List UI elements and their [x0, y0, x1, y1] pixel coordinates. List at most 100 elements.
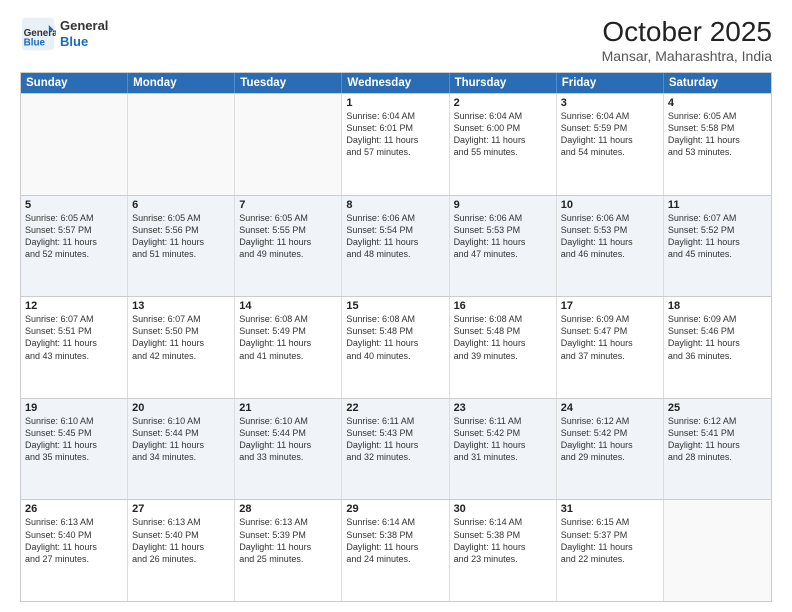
day-info: Sunrise: 6:04 AM Sunset: 6:01 PM Dayligh…: [346, 110, 444, 159]
day-info: Sunrise: 6:12 AM Sunset: 5:41 PM Dayligh…: [668, 415, 767, 464]
day-info: Sunrise: 6:04 AM Sunset: 6:00 PM Dayligh…: [454, 110, 552, 159]
day-number: 20: [132, 402, 230, 414]
day-cell-22: 22Sunrise: 6:11 AM Sunset: 5:43 PM Dayli…: [342, 399, 449, 500]
calendar-title: October 2025: [602, 16, 772, 48]
day-info: Sunrise: 6:10 AM Sunset: 5:44 PM Dayligh…: [239, 415, 337, 464]
day-info: Sunrise: 6:10 AM Sunset: 5:45 PM Dayligh…: [25, 415, 123, 464]
day-number: 4: [668, 97, 767, 109]
header-day-wednesday: Wednesday: [342, 73, 449, 93]
week-row-4: 19Sunrise: 6:10 AM Sunset: 5:45 PM Dayli…: [21, 398, 771, 500]
header-day-thursday: Thursday: [450, 73, 557, 93]
day-cell-29: 29Sunrise: 6:14 AM Sunset: 5:38 PM Dayli…: [342, 500, 449, 601]
day-cell-7: 7Sunrise: 6:05 AM Sunset: 5:55 PM Daylig…: [235, 196, 342, 297]
day-info: Sunrise: 6:04 AM Sunset: 5:59 PM Dayligh…: [561, 110, 659, 159]
day-cell-8: 8Sunrise: 6:06 AM Sunset: 5:54 PM Daylig…: [342, 196, 449, 297]
day-number: 30: [454, 503, 552, 515]
week-row-5: 26Sunrise: 6:13 AM Sunset: 5:40 PM Dayli…: [21, 499, 771, 601]
day-cell-9: 9Sunrise: 6:06 AM Sunset: 5:53 PM Daylig…: [450, 196, 557, 297]
day-number: 17: [561, 300, 659, 312]
day-info: Sunrise: 6:08 AM Sunset: 5:48 PM Dayligh…: [346, 313, 444, 362]
day-number: 27: [132, 503, 230, 515]
day-number: 24: [561, 402, 659, 414]
day-number: 22: [346, 402, 444, 414]
day-number: 19: [25, 402, 123, 414]
day-info: Sunrise: 6:08 AM Sunset: 5:48 PM Dayligh…: [454, 313, 552, 362]
header: General Blue General Blue October 2025 M…: [20, 16, 772, 64]
day-number: 21: [239, 402, 337, 414]
day-number: 7: [239, 199, 337, 211]
day-info: Sunrise: 6:06 AM Sunset: 5:53 PM Dayligh…: [561, 212, 659, 261]
day-cell-16: 16Sunrise: 6:08 AM Sunset: 5:48 PM Dayli…: [450, 297, 557, 398]
title-block: October 2025 Mansar, Maharashtra, India: [602, 16, 772, 64]
day-info: Sunrise: 6:13 AM Sunset: 5:39 PM Dayligh…: [239, 516, 337, 565]
day-info: Sunrise: 6:05 AM Sunset: 5:56 PM Dayligh…: [132, 212, 230, 261]
day-info: Sunrise: 6:14 AM Sunset: 5:38 PM Dayligh…: [454, 516, 552, 565]
day-number: 10: [561, 199, 659, 211]
day-info: Sunrise: 6:07 AM Sunset: 5:52 PM Dayligh…: [668, 212, 767, 261]
day-cell-10: 10Sunrise: 6:06 AM Sunset: 5:53 PM Dayli…: [557, 196, 664, 297]
day-info: Sunrise: 6:07 AM Sunset: 5:51 PM Dayligh…: [25, 313, 123, 362]
day-cell-28: 28Sunrise: 6:13 AM Sunset: 5:39 PM Dayli…: [235, 500, 342, 601]
logo-line2: Blue: [60, 34, 108, 50]
day-cell-12: 12Sunrise: 6:07 AM Sunset: 5:51 PM Dayli…: [21, 297, 128, 398]
day-number: 15: [346, 300, 444, 312]
day-cell-23: 23Sunrise: 6:11 AM Sunset: 5:42 PM Dayli…: [450, 399, 557, 500]
day-info: Sunrise: 6:07 AM Sunset: 5:50 PM Dayligh…: [132, 313, 230, 362]
day-number: 28: [239, 503, 337, 515]
day-number: 31: [561, 503, 659, 515]
day-number: 8: [346, 199, 444, 211]
page: General Blue General Blue October 2025 M…: [0, 0, 792, 612]
day-cell-17: 17Sunrise: 6:09 AM Sunset: 5:47 PM Dayli…: [557, 297, 664, 398]
week-row-2: 5Sunrise: 6:05 AM Sunset: 5:57 PM Daylig…: [21, 195, 771, 297]
day-info: Sunrise: 6:09 AM Sunset: 5:47 PM Dayligh…: [561, 313, 659, 362]
day-number: 9: [454, 199, 552, 211]
day-cell-30: 30Sunrise: 6:14 AM Sunset: 5:38 PM Dayli…: [450, 500, 557, 601]
day-number: 12: [25, 300, 123, 312]
day-number: 25: [668, 402, 767, 414]
logo-line1: General: [60, 18, 108, 34]
day-cell-21: 21Sunrise: 6:10 AM Sunset: 5:44 PM Dayli…: [235, 399, 342, 500]
header-day-tuesday: Tuesday: [235, 73, 342, 93]
day-info: Sunrise: 6:13 AM Sunset: 5:40 PM Dayligh…: [25, 516, 123, 565]
day-info: Sunrise: 6:06 AM Sunset: 5:54 PM Dayligh…: [346, 212, 444, 261]
day-info: Sunrise: 6:06 AM Sunset: 5:53 PM Dayligh…: [454, 212, 552, 261]
day-info: Sunrise: 6:05 AM Sunset: 5:55 PM Dayligh…: [239, 212, 337, 261]
empty-cell: [235, 94, 342, 195]
header-day-monday: Monday: [128, 73, 235, 93]
empty-cell: [128, 94, 235, 195]
day-number: 13: [132, 300, 230, 312]
day-cell-20: 20Sunrise: 6:10 AM Sunset: 5:44 PM Dayli…: [128, 399, 235, 500]
day-info: Sunrise: 6:14 AM Sunset: 5:38 PM Dayligh…: [346, 516, 444, 565]
day-cell-15: 15Sunrise: 6:08 AM Sunset: 5:48 PM Dayli…: [342, 297, 449, 398]
calendar-subtitle: Mansar, Maharashtra, India: [602, 48, 772, 64]
day-cell-4: 4Sunrise: 6:05 AM Sunset: 5:58 PM Daylig…: [664, 94, 771, 195]
day-cell-13: 13Sunrise: 6:07 AM Sunset: 5:50 PM Dayli…: [128, 297, 235, 398]
day-cell-27: 27Sunrise: 6:13 AM Sunset: 5:40 PM Dayli…: [128, 500, 235, 601]
empty-cell: [664, 500, 771, 601]
header-day-friday: Friday: [557, 73, 664, 93]
day-cell-5: 5Sunrise: 6:05 AM Sunset: 5:57 PM Daylig…: [21, 196, 128, 297]
day-number: 1: [346, 97, 444, 109]
svg-text:Blue: Blue: [24, 38, 46, 49]
day-info: Sunrise: 6:08 AM Sunset: 5:49 PM Dayligh…: [239, 313, 337, 362]
day-info: Sunrise: 6:09 AM Sunset: 5:46 PM Dayligh…: [668, 313, 767, 362]
day-info: Sunrise: 6:05 AM Sunset: 5:57 PM Dayligh…: [25, 212, 123, 261]
day-info: Sunrise: 6:15 AM Sunset: 5:37 PM Dayligh…: [561, 516, 659, 565]
day-number: 6: [132, 199, 230, 211]
day-cell-19: 19Sunrise: 6:10 AM Sunset: 5:45 PM Dayli…: [21, 399, 128, 500]
day-cell-11: 11Sunrise: 6:07 AM Sunset: 5:52 PM Dayli…: [664, 196, 771, 297]
day-info: Sunrise: 6:10 AM Sunset: 5:44 PM Dayligh…: [132, 415, 230, 464]
day-cell-26: 26Sunrise: 6:13 AM Sunset: 5:40 PM Dayli…: [21, 500, 128, 601]
day-number: 3: [561, 97, 659, 109]
day-info: Sunrise: 6:11 AM Sunset: 5:43 PM Dayligh…: [346, 415, 444, 464]
day-info: Sunrise: 6:05 AM Sunset: 5:58 PM Dayligh…: [668, 110, 767, 159]
day-number: 5: [25, 199, 123, 211]
header-day-sunday: Sunday: [21, 73, 128, 93]
day-info: Sunrise: 6:13 AM Sunset: 5:40 PM Dayligh…: [132, 516, 230, 565]
day-info: Sunrise: 6:12 AM Sunset: 5:42 PM Dayligh…: [561, 415, 659, 464]
week-row-3: 12Sunrise: 6:07 AM Sunset: 5:51 PM Dayli…: [21, 296, 771, 398]
calendar: SundayMondayTuesdayWednesdayThursdayFrid…: [20, 72, 772, 602]
day-cell-3: 3Sunrise: 6:04 AM Sunset: 5:59 PM Daylig…: [557, 94, 664, 195]
calendar-body: 1Sunrise: 6:04 AM Sunset: 6:01 PM Daylig…: [21, 93, 771, 601]
day-cell-31: 31Sunrise: 6:15 AM Sunset: 5:37 PM Dayli…: [557, 500, 664, 601]
